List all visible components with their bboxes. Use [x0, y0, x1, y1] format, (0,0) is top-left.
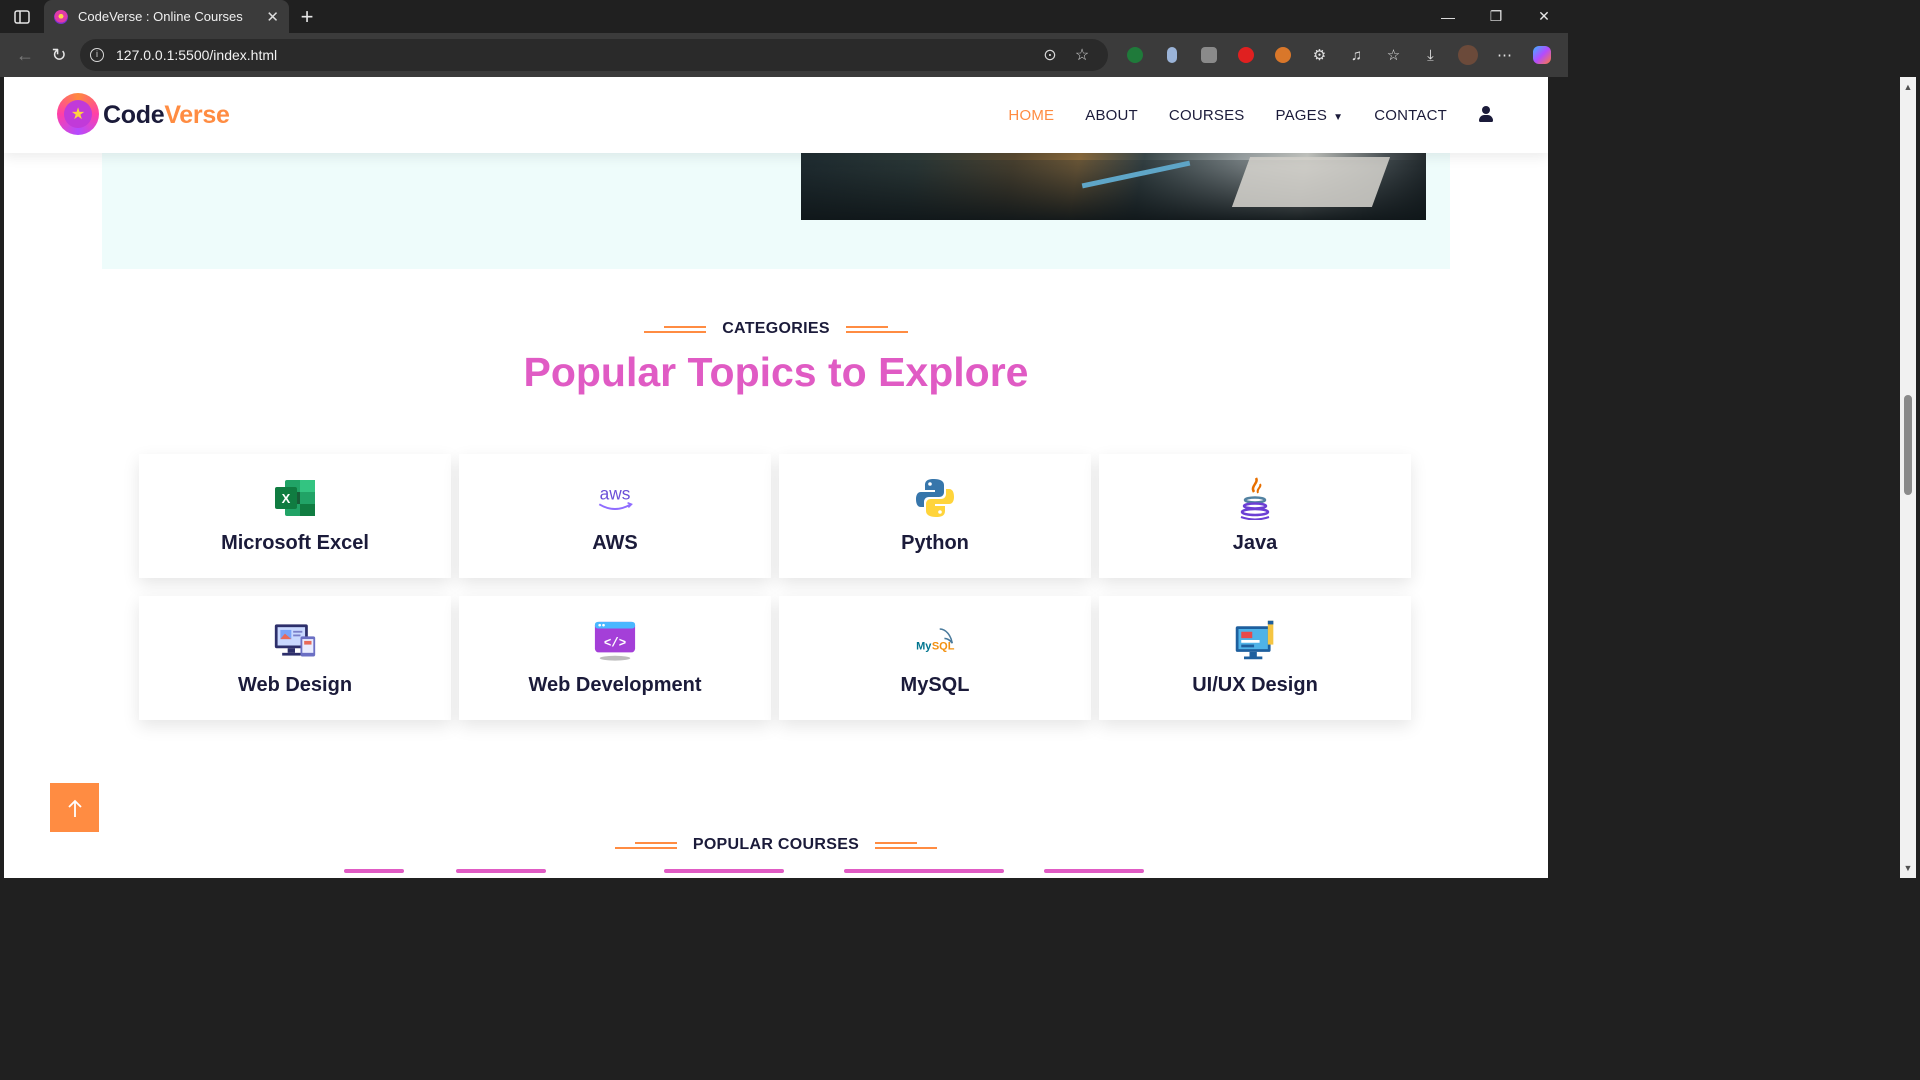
category-card-java[interactable]: Java — [1099, 454, 1411, 578]
excel-icon: X — [273, 476, 317, 520]
favorite-star-icon[interactable]: ☆ — [1066, 45, 1098, 65]
mysql-icon: My SQL — [913, 618, 957, 662]
python-icon — [913, 476, 957, 520]
extension-adblock-icon[interactable] — [1227, 47, 1264, 63]
extensions-puzzle-icon[interactable]: ⚙ — [1301, 46, 1338, 64]
chevron-down-icon: ▼ — [1333, 111, 1344, 123]
web-design-icon — [273, 618, 317, 662]
browser-toolbar: ← ↻ i 127.0.0.1:5500/index.html ⊙ ☆ ⚙ ♫ … — [0, 33, 1568, 77]
page-viewport: ★ CodeVerse HOME ABOUT COURSES PAGES ▼ CO… — [4, 77, 1548, 878]
category-label: Python — [901, 532, 969, 554]
back-button[interactable]: ← — [8, 39, 42, 71]
new-tab-button[interactable]: + — [289, 0, 325, 33]
category-label: AWS — [592, 532, 638, 554]
decor-lines-right — [875, 840, 938, 850]
category-label: UI/UX Design — [1192, 674, 1318, 696]
extension-cookie-icon[interactable] — [1264, 47, 1301, 63]
media-control-icon[interactable]: ♫ — [1338, 47, 1375, 64]
aws-icon: aws — [593, 476, 637, 520]
category-label: Web Development — [528, 674, 702, 696]
favorites-icon[interactable]: ☆ — [1375, 46, 1412, 64]
reload-button[interactable]: ↻ — [42, 39, 76, 71]
browser-tab-active[interactable]: CodeVerse : Online Courses ✕ — [44, 0, 289, 33]
nav-contact[interactable]: CONTACT — [1374, 107, 1447, 124]
arrow-up-icon — [67, 799, 82, 817]
downloads-icon[interactable]: ⤓ — [1412, 47, 1449, 64]
popular-courses-eyebrow: POPULAR COURSES — [4, 836, 1548, 854]
scroll-up-icon[interactable]: ▲ — [1900, 79, 1916, 95]
close-tab-icon[interactable]: ✕ — [266, 8, 279, 26]
nav-courses[interactable]: COURSES — [1169, 107, 1245, 124]
popular-courses-eyebrow-text: POPULAR COURSES — [692, 836, 860, 853]
uiux-design-icon — [1233, 618, 1277, 662]
tab-favicon-icon — [54, 9, 68, 24]
scroll-down-icon[interactable]: ▼ — [1900, 860, 1916, 876]
web-development-icon: </> — [593, 618, 637, 662]
sidebar-toggle-icon[interactable] — [0, 9, 44, 24]
decor-lines-right — [845, 324, 908, 334]
extension-shield-icon[interactable] — [1190, 47, 1227, 63]
categories-eyebrow: CATEGORIES — [4, 320, 1548, 338]
address-bar[interactable]: i 127.0.0.1:5500/index.html ⊙ ☆ — [80, 39, 1108, 71]
decor-lines-left — [614, 840, 677, 850]
logo-text: CodeVerse — [103, 100, 230, 129]
nav-pages[interactable]: PAGES ▼ — [1276, 107, 1344, 124]
category-card-web-development[interactable]: </> Web Development — [459, 596, 771, 720]
reading-mode-icon[interactable]: ⊙ — [1034, 45, 1066, 65]
categories-title: Popular Topics to Explore — [523, 349, 1029, 395]
close-window-button[interactable]: ✕ — [1520, 0, 1568, 33]
nav-about[interactable]: ABOUT — [1085, 107, 1138, 124]
browser-tab-bar: CodeVerse : Online Courses ✕ + — ❐ ✕ — [0, 0, 1568, 33]
category-card-web-design[interactable]: Web Design — [139, 596, 451, 720]
categories-eyebrow-text: CATEGORIES — [722, 320, 830, 337]
nav-pages-label: PAGES — [1275, 106, 1328, 124]
svg-text:SQL: SQL — [932, 640, 955, 652]
svg-text:X: X — [282, 491, 291, 506]
svg-text:</>: </> — [604, 637, 626, 651]
svg-text:My: My — [916, 640, 932, 652]
svg-text:aws: aws — [600, 484, 631, 504]
nav-home[interactable]: HOME — [1008, 107, 1054, 124]
java-icon — [1233, 476, 1277, 520]
category-label: Java — [1232, 532, 1278, 554]
extension-mouse-icon[interactable] — [1153, 47, 1190, 63]
category-card-uiux-design[interactable]: UI/UX Design — [1099, 596, 1411, 720]
more-menu-icon[interactable]: ⋯ — [1486, 46, 1523, 64]
minimize-window-button[interactable]: — — [1424, 0, 1472, 33]
decor-lines-left — [644, 324, 707, 334]
category-grid: X Microsoft Excel aws AWS Python Java We… — [139, 454, 1415, 720]
back-to-top-button[interactable] — [50, 783, 99, 832]
extension-rocket-icon[interactable] — [1116, 47, 1153, 63]
category-label: Microsoft Excel — [221, 532, 369, 554]
restore-window-button[interactable]: ❐ — [1472, 0, 1520, 33]
user-icon[interactable] — [1478, 106, 1494, 124]
page-scrollbar[interactable]: ▲ ▼ — [1900, 77, 1916, 878]
site-info-icon[interactable]: i — [90, 48, 104, 62]
category-card-mysql[interactable]: My SQL MySQL — [779, 596, 1091, 720]
site-header: ★ CodeVerse HOME ABOUT COURSES PAGES ▼ CO… — [4, 77, 1548, 153]
tab-title: CodeVerse : Online Courses — [78, 9, 243, 24]
popular-courses-title-clipped — [4, 867, 1548, 878]
category-card-python[interactable]: Python — [779, 454, 1091, 578]
category-card-aws[interactable]: aws AWS — [459, 454, 771, 578]
copilot-icon[interactable] — [1523, 46, 1560, 64]
logo-badge-icon: ★ — [57, 93, 99, 137]
category-label: Web Design — [237, 674, 353, 696]
scrollbar-thumb[interactable] — [1904, 395, 1912, 495]
site-logo[interactable]: ★ CodeVerse — [57, 93, 230, 137]
main-nav: HOME ABOUT COURSES PAGES ▼ CONTACT — [977, 106, 1494, 124]
category-card-microsoft-excel[interactable]: X Microsoft Excel — [139, 454, 451, 578]
category-label: MySQL — [900, 674, 970, 696]
address-url[interactable]: 127.0.0.1:5500/index.html — [116, 47, 1034, 63]
profile-avatar[interactable] — [1449, 45, 1486, 65]
